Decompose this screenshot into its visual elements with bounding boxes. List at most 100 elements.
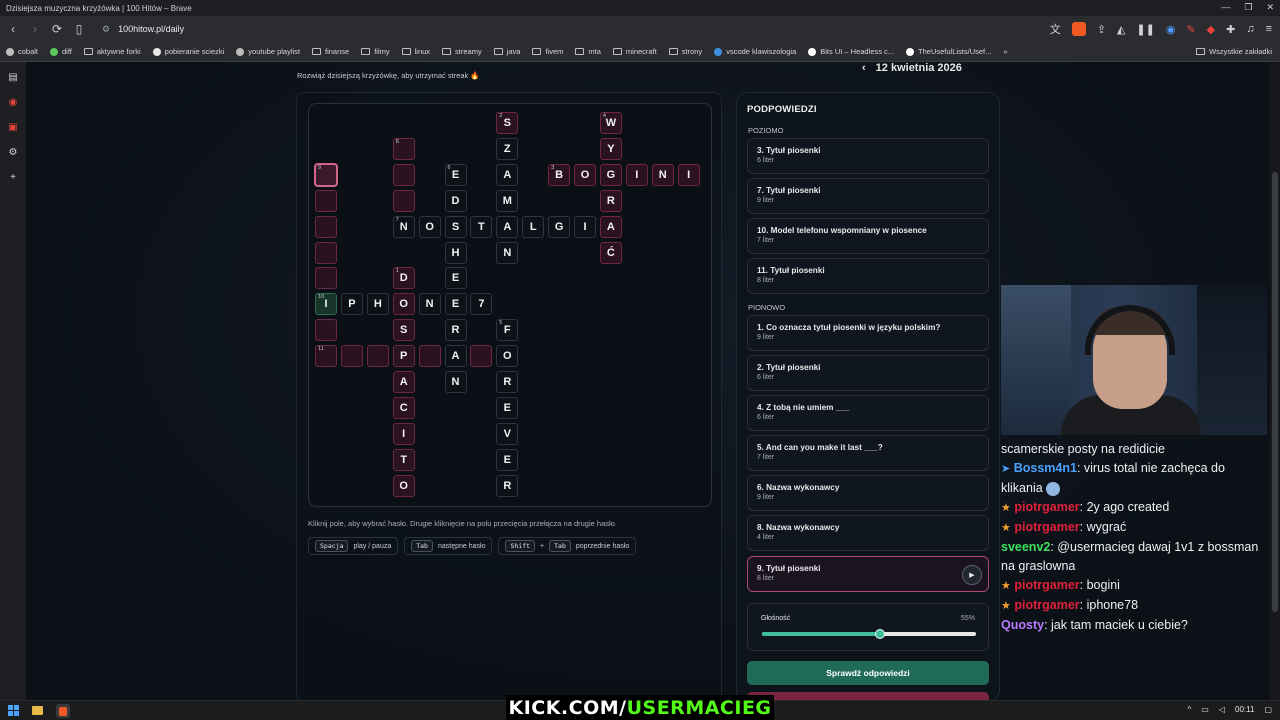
- grid-cell[interactable]: G: [599, 163, 622, 186]
- minimize-icon[interactable]: —: [1221, 2, 1230, 13]
- grid-cell[interactable]: 5F: [496, 319, 519, 342]
- site-settings-icon[interactable]: ⚙: [102, 24, 110, 35]
- prev-day-icon[interactable]: ‹: [862, 62, 866, 74]
- speaker-icon[interactable]: ◁: [1219, 705, 1225, 714]
- grid-cell[interactable]: O: [392, 293, 415, 316]
- bookmark-item[interactable]: fivem: [532, 47, 563, 56]
- bookmark-item[interactable]: mta: [575, 47, 601, 56]
- grid-cell[interactable]: Ć: [599, 241, 622, 264]
- bookmark-item[interactable]: streamy: [442, 47, 482, 56]
- grid-cell[interactable]: O: [392, 474, 415, 497]
- grid-cell[interactable]: 6E: [444, 163, 467, 186]
- all-bookmarks[interactable]: Wszystkie zakładki: [1196, 47, 1272, 56]
- grid-cell[interactable]: 1D: [392, 267, 415, 290]
- rewards-icon[interactable]: ◭: [1117, 23, 1125, 36]
- extension-red2-icon[interactable]: ◆: [1207, 23, 1215, 36]
- grid-cell[interactable]: A: [599, 215, 622, 238]
- grid-cell[interactable]: [315, 215, 337, 238]
- grid-cell[interactable]: R: [444, 319, 467, 342]
- grid-cell[interactable]: E: [444, 293, 467, 316]
- close-icon[interactable]: ✕: [1266, 2, 1274, 13]
- grid-cell[interactable]: 10 I: [315, 293, 337, 316]
- grid-cell[interactable]: I: [392, 422, 415, 445]
- clock[interactable]: 00:11: [1235, 705, 1254, 714]
- clue-across-10[interactable]: 10. Model telefonu wspomniany w piosence…: [747, 218, 989, 254]
- grid-cell[interactable]: Y: [599, 137, 622, 160]
- tray-chevron-icon[interactable]: ^: [1188, 705, 1192, 714]
- grid-cell[interactable]: I: [574, 215, 596, 238]
- grid-cell[interactable]: H: [444, 241, 467, 264]
- bookmark-item[interactable]: TheUsefulLists/Usef...: [906, 47, 991, 56]
- grid-cell[interactable]: 8: [392, 137, 415, 160]
- grid-cell[interactable]: T: [392, 448, 415, 471]
- grid-cell[interactable]: [315, 319, 337, 342]
- grid-cell[interactable]: N: [496, 241, 519, 264]
- bookmark-item[interactable]: aktywne forki: [83, 47, 141, 56]
- brave-taskbar-icon[interactable]: [56, 704, 70, 718]
- grid-cell[interactable]: E: [496, 396, 519, 419]
- grid-cell[interactable]: Z: [496, 137, 519, 160]
- clue-down-4[interactable]: 4. Z tobą nie umiem ___ 6 liter: [747, 395, 989, 431]
- clue-down-1[interactable]: 1. Co oznacza tytuł piosenki w języku po…: [747, 315, 989, 351]
- grid-cell[interactable]: [340, 345, 363, 368]
- bookmark-item[interactable]: Bits UI – Headless c...: [808, 47, 894, 56]
- bookmark-item[interactable]: youtube playlist: [236, 47, 300, 56]
- back-icon[interactable]: ‹: [4, 20, 22, 38]
- clue-down-8[interactable]: 8. Nazwa wykonawcy 4 liter: [747, 515, 989, 551]
- check-answers-button[interactable]: Sprawdź odpowiedzi: [747, 661, 989, 685]
- extension-red-icon[interactable]: ✎: [1186, 23, 1195, 36]
- grid-cell[interactable]: A: [496, 163, 519, 186]
- grid-cell[interactable]: 3B: [548, 163, 571, 186]
- grid-cell[interactable]: [366, 345, 389, 368]
- share-icon[interactable]: ⇪: [1097, 23, 1106, 36]
- grid-cell[interactable]: S: [444, 215, 467, 238]
- grid-cell[interactable]: [315, 267, 337, 290]
- clue-down-9[interactable]: 9. Tytuł piosenki 8 liter ▶: [747, 556, 989, 592]
- grid-cell[interactable]: E: [444, 267, 467, 290]
- grid-cell[interactable]: [392, 163, 415, 186]
- monitor-icon[interactable]: ▭: [1201, 705, 1209, 714]
- grid-cell[interactable]: [315, 189, 337, 212]
- maximize-icon[interactable]: ❐: [1244, 2, 1252, 13]
- grid-cell[interactable]: G: [548, 215, 571, 238]
- bookmark-item[interactable]: strony: [668, 47, 702, 56]
- bookmark-icon[interactable]: ▯: [70, 20, 88, 38]
- brave-shields-icon[interactable]: [1071, 22, 1086, 36]
- audio-icon[interactable]: ◉: [1166, 23, 1176, 36]
- bookmark-item[interactable]: minecraft: [612, 47, 657, 56]
- file-explorer-icon[interactable]: [32, 706, 43, 715]
- clue-across-11[interactable]: 11. Tytuł piosenki 8 liter: [747, 258, 989, 294]
- grid-cell[interactable]: O: [418, 215, 441, 238]
- menu-icon[interactable]: ≡: [1266, 23, 1272, 35]
- grid-cell[interactable]: A: [392, 371, 415, 393]
- reload-icon[interactable]: ⟳: [48, 20, 66, 38]
- grid-cell[interactable]: [470, 345, 493, 368]
- clue-down-2[interactable]: 2. Tytuł piosenki 6 liter: [747, 355, 989, 391]
- bookmark-item[interactable]: linux: [401, 47, 430, 56]
- grid-cell[interactable]: H: [366, 293, 389, 316]
- grid-cell[interactable]: I: [625, 163, 648, 186]
- bookmark-item[interactable]: filmy: [361, 47, 390, 56]
- grid-cell[interactable]: R: [496, 474, 519, 497]
- page-scrollbar[interactable]: [1270, 62, 1280, 700]
- bookmark-item[interactable]: java: [493, 47, 520, 56]
- grid-cell[interactable]: 4W: [599, 112, 622, 134]
- grid-cell[interactable]: O: [574, 163, 596, 186]
- grid-cell[interactable]: R: [496, 371, 519, 393]
- grid-cell[interactable]: 2S: [496, 112, 519, 134]
- grid-cell[interactable]: L: [522, 215, 545, 238]
- bookmark-item[interactable]: vscode klawiszologia: [714, 47, 796, 56]
- grid-cell[interactable]: [315, 241, 337, 264]
- clue-across-7[interactable]: 7. Tytuł piosenki 9 liter: [747, 178, 989, 214]
- bookmark-item[interactable]: finanse: [312, 47, 349, 56]
- play-icon[interactable]: ▶: [962, 565, 982, 585]
- sidebar-music-icon[interactable]: ◉: [9, 97, 18, 108]
- grid-cell[interactable]: D: [444, 189, 467, 212]
- media-icon[interactable]: ♫: [1246, 23, 1254, 35]
- url-field[interactable]: ⚙ 100hitow.pl/daily: [102, 24, 184, 35]
- sidebar-add-icon[interactable]: +: [10, 172, 16, 183]
- grid-cell[interactable]: 7N: [392, 215, 415, 238]
- grid-cell[interactable]: P: [392, 345, 415, 368]
- volume-knob[interactable]: [874, 629, 885, 639]
- windows-start-icon[interactable]: [8, 705, 19, 716]
